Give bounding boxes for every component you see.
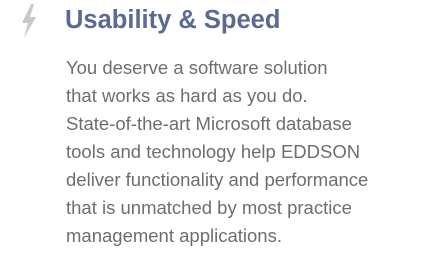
feature-title: Usability & Speed [65,6,281,34]
description-line: tools and technology help EDDSON [66,141,361,162]
description-line: You deserve a software solution [66,57,328,78]
lightning-bolt-icon [19,2,39,40]
description-line: that is unmatched by most practice [66,197,352,218]
description-line: that works as hard as you do. [66,85,308,106]
feature-block: Usability & Speed You deserve a software… [0,0,442,265]
description-line: management applications. [66,225,282,246]
description-line: State-of-the-art Microsoft database [66,113,352,134]
feature-description: You deserve a software solution that wor… [66,54,442,250]
description-line: deliver functionality and performance [66,169,369,190]
